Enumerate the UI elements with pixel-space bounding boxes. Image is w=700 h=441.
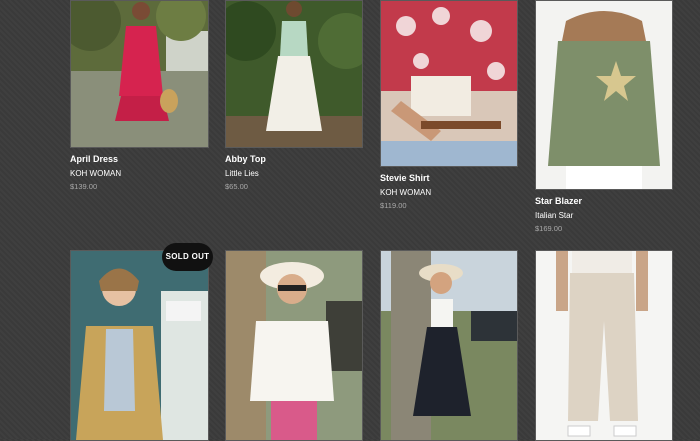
product-name[interactable]: Abby Top <box>225 154 266 164</box>
product-image-white-blouse[interactable] <box>225 250 363 441</box>
product-brand: Italian Star <box>535 211 574 220</box>
product-brand: Little Lies <box>225 169 259 178</box>
product-price: $65.00 <box>225 182 248 191</box>
product-brand: KOH WOMAN <box>380 188 432 197</box>
product-price: $169.00 <box>535 224 563 233</box>
product-brand: KOH WOMAN <box>70 169 122 178</box>
product-image-linen-pants[interactable] <box>535 250 673 441</box>
product-image-april-dress[interactable] <box>70 0 209 148</box>
product-image-abby-top[interactable] <box>225 0 363 148</box>
product-price: $119.00 <box>380 201 407 210</box>
sold-out-badge: SOLD OUT <box>162 243 213 271</box>
product-image-stevie-shirt[interactable] <box>380 0 518 167</box>
product-price: $139.00 <box>70 182 98 191</box>
product-image-sequin-blazer[interactable] <box>70 250 209 441</box>
product-name[interactable]: Stevie Shirt <box>380 173 430 183</box>
product-image-star-blazer[interactable] <box>535 0 673 190</box>
product-image-black-skirt[interactable] <box>380 250 518 441</box>
product-name[interactable]: April Dress <box>70 154 118 164</box>
product-name[interactable]: Star Blazer <box>535 196 582 206</box>
